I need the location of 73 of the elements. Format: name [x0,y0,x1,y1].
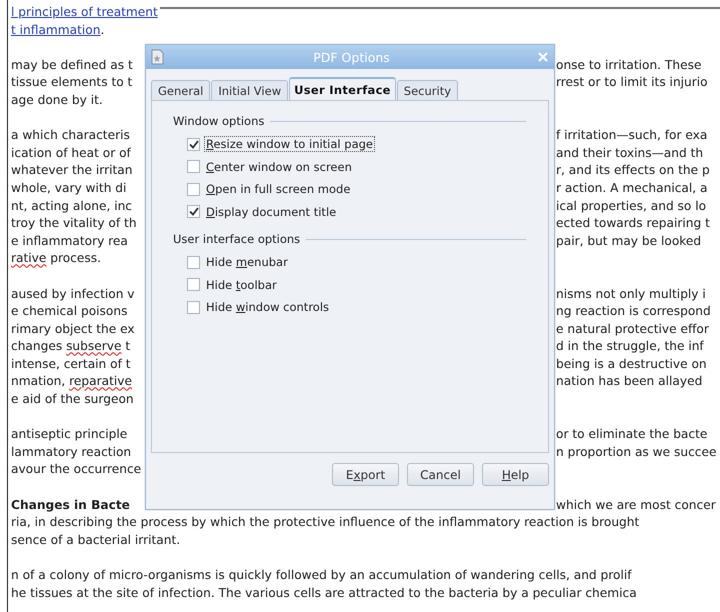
text-line: n proportion as we succee [556,444,716,461]
text-line: e aid of the surgeon [11,391,134,408]
tab[interactable]: Security [396,80,458,100]
text-line: rative process. [11,250,101,268]
checkbox[interactable] [187,160,200,174]
text-line: whole, vary with di [11,180,128,197]
text-line: nmation, reparative [11,373,133,390]
checkbox[interactable] [187,300,200,314]
group-heading: User interface options [173,232,300,246]
text-line: rrest or to limit its injurio [556,74,708,92]
text-line: ected towards repairing t [556,215,710,232]
text-line: e inflammatory rea [11,232,129,250]
text-line: onse to irritation. These [556,56,702,74]
text-line: intense, certain of t [11,356,132,373]
text-line: r action. A mechanical, a [556,180,708,197]
tab[interactable]: Initial View [211,80,288,100]
document-icon [150,49,165,65]
link[interactable]: l principles of treatment [11,4,158,22]
text-line: being is a destructive on [556,356,707,373]
close-icon[interactable] [538,52,548,62]
checkbox-label[interactable]: Resize window to initial page [204,136,376,152]
text-line: and their toxins—and th [556,144,704,162]
text-line: ication of heat or of [11,144,132,162]
text-line: nation has been allayed [556,373,702,390]
text-line: may be defined as t [11,56,134,74]
text-line: e natural protective effor [556,320,709,338]
window-title: PDF Options [312,50,391,64]
text-line: or to eliminate the bacte [556,426,708,444]
text-line: antiseptic principle [11,426,128,444]
text-line: ical properties, and so lo [556,198,706,215]
checkbox[interactable] [187,205,200,218]
text-line: troy the vitality of th [11,215,138,232]
text-line: age done by it. [11,92,103,109]
text-line: a which characteris [11,127,131,144]
text-line: whatever the irritan [11,162,134,180]
checkbox[interactable] [187,278,200,292]
text-line: rimary object the ex [11,320,136,338]
text-line: f irritation—such, for exa [556,127,708,144]
text-line: ria, in describing the process by which the protective influence of the inflammatory reaction is brought [11,514,640,532]
text-line: nisms not only multiply i [556,286,706,302]
checkbox[interactable] [187,256,200,269]
checkbox[interactable] [187,182,200,196]
text-line: ng reaction is correspond [556,303,711,320]
text-line: lammatory reaction [11,444,132,461]
checkbox-label[interactable]: Center window on screen [204,158,354,175]
cancel-button[interactable]: Cancel [407,463,474,486]
help-button[interactable]: Help [482,463,549,486]
text-line: t inflammation. [11,22,104,39]
text-line: he tissues at the site of infection. The various cells are attracted to the bacteria by a peculiar chemica [11,584,637,602]
text-line: tissue elements to t [11,74,134,92]
group-heading: Window options [173,114,264,128]
tab[interactable]: User Interface [289,77,396,100]
export-button[interactable]: Export [332,463,399,486]
tab[interactable]: General [151,80,210,100]
text-line: e chemical poisons [11,303,128,320]
checkbox[interactable] [187,138,200,151]
text-line: pair, but may be looked [556,232,702,250]
checkbox-label[interactable]: Hide toolbar [204,276,279,293]
text-line: Changes in Bacte [11,496,131,514]
checkbox-label[interactable]: Hide menubar [204,254,290,270]
text-line: which we are most concer [556,496,716,514]
checkbox-label[interactable]: Hide window controls [204,299,332,316]
link[interactable]: t inflammation [11,22,100,37]
text-line: avour the occurrence [11,461,142,478]
checkbox-label[interactable]: Display document title [204,204,338,220]
text-line: sence of a bacterial irritant. [11,532,180,549]
text-line: nt, acting alone, inc [11,198,134,215]
checkbox-label[interactable]: Open in full screen mode [204,181,352,198]
text-line: r, and its effects on the p [556,162,710,180]
text-line: d in the struggle, the inf [556,338,704,356]
text-line: n of a colony of micro-organisms is quickly followed by an accumulation of wandering cells, and prolif [11,567,632,584]
text-line: changes subserve t [11,338,132,356]
text-line: aused by infection v [11,286,136,302]
